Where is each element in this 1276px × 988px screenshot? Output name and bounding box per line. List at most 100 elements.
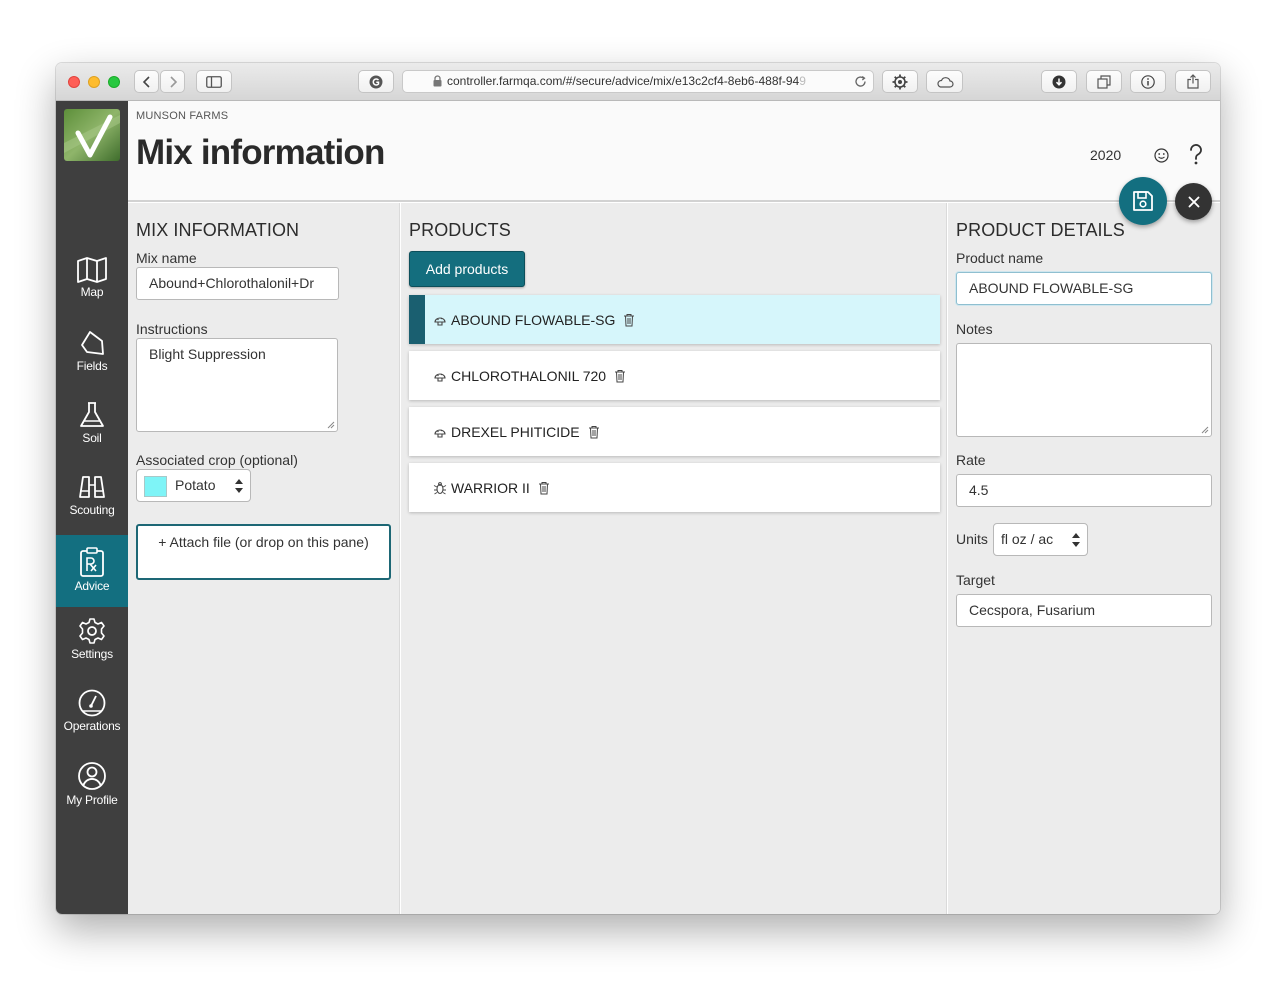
product-name-label: Product name	[956, 250, 1044, 266]
product-name: DREXEL PHITICIDE	[451, 423, 580, 440]
fields-icon	[81, 331, 104, 355]
close-button[interactable]	[1175, 183, 1212, 220]
info-icon	[1141, 74, 1155, 89]
save-icon	[1133, 191, 1153, 211]
target-label: Target	[956, 572, 995, 588]
extension-button[interactable]	[358, 70, 394, 93]
mix-information-pane: MIX INFORMATION Mix name Abound+Chloroth…	[128, 203, 400, 914]
tabs-overview-button[interactable]	[1086, 70, 1122, 93]
farm-logo-icon	[64, 109, 120, 161]
share-button[interactable]	[1175, 70, 1211, 93]
sidebar-item-scouting[interactable]: Scouting	[56, 461, 128, 533]
target-input[interactable]: Cecspora, Fusarium	[956, 594, 1212, 627]
sidebar-item-fields[interactable]: Fields	[56, 317, 128, 389]
products-pane: PRODUCTS Add products ABOUND FLOWABLE-SG…	[401, 203, 947, 914]
minimize-window-button[interactable]	[88, 76, 100, 88]
help-icon[interactable]	[1188, 144, 1204, 166]
sidebar-item-soil[interactable]: Soil	[56, 389, 128, 461]
units-select[interactable]: fl oz / ac	[993, 523, 1088, 556]
gauge-icon	[78, 689, 106, 717]
forward-button[interactable]	[160, 70, 185, 93]
grammarly-icon	[369, 75, 383, 88]
sidebar-item-operations[interactable]: Operations	[56, 677, 128, 749]
products-title: PRODUCTS	[409, 220, 511, 240]
address-bar[interactable]: controller.farmqa.com/#/secure/advice/mi…	[402, 70, 874, 93]
zoom-window-button[interactable]	[108, 76, 120, 88]
rate-label: Rate	[956, 452, 986, 468]
map-icon	[77, 257, 107, 283]
associated-crop-label: Associated crop (optional)	[136, 452, 298, 468]
trash-icon[interactable]	[623, 313, 635, 327]
sidebar-item-label: Operations	[63, 719, 121, 733]
instructions-textarea[interactable]: Blight Suppression	[136, 338, 338, 432]
instructions-label: Instructions	[136, 321, 208, 337]
downloads-button[interactable]	[1041, 70, 1077, 93]
instructions-text: Blight Suppression	[149, 346, 266, 362]
mix-name-input[interactable]: Abound+Chlorothalonil+Dr	[136, 267, 339, 300]
flask-icon	[80, 402, 104, 427]
attach-file-button[interactable]: + Attach file (or drop on this pane)	[136, 524, 391, 580]
rate-input[interactable]: 4.5	[956, 474, 1212, 507]
resize-grip-icon[interactable]	[1201, 426, 1209, 434]
insecticide-icon	[433, 481, 447, 494]
product-row-drexel[interactable]: DREXEL PHITICIDE	[409, 407, 940, 456]
sidebar-item-label: Fields	[76, 359, 108, 373]
download-icon	[1052, 75, 1066, 88]
resize-grip-icon[interactable]	[327, 421, 335, 429]
sidebar-item-label: Scouting	[69, 503, 115, 517]
smiley-feedback-icon[interactable]	[1154, 148, 1169, 163]
trash-icon[interactable]	[588, 425, 600, 439]
crop-select[interactable]: Potato	[136, 469, 251, 502]
notes-textarea[interactable]	[956, 343, 1212, 437]
page-header: MUNSON FARMS Mix information 2020	[128, 101, 1220, 202]
sidebar-item-label: Settings	[71, 647, 113, 661]
settings-extension-button[interactable]	[882, 70, 918, 93]
user-circle-icon	[78, 762, 106, 790]
product-name: WARRIOR II	[451, 479, 530, 496]
info-button[interactable]	[1130, 70, 1166, 93]
product-name: CHLOROTHALONIL 720	[451, 367, 607, 384]
product-row-chlorothalonil[interactable]: CHLOROTHALONIL 720	[409, 351, 940, 400]
icloud-button[interactable]	[926, 70, 963, 93]
select-arrows-icon	[1072, 533, 1080, 547]
reload-icon[interactable]	[854, 75, 867, 88]
farm-name: MUNSON FARMS	[136, 110, 229, 122]
product-details-pane: PRODUCT DETAILS Product name ABOUND FLOW…	[948, 203, 1220, 914]
gear-icon	[892, 74, 908, 89]
close-window-button[interactable]	[68, 76, 80, 88]
cloud-icon	[936, 76, 954, 88]
binoculars-icon	[79, 476, 105, 498]
product-row-abound[interactable]: ABOUND FLOWABLE-SG	[409, 295, 940, 344]
save-button[interactable]	[1119, 177, 1167, 225]
units-select-value: fl oz / ac	[1001, 531, 1054, 547]
crop-select-value: Potato	[175, 477, 216, 493]
page-title: Mix information	[136, 133, 385, 172]
selection-indicator	[409, 295, 425, 344]
sidebar-item-advice[interactable]: Advice	[56, 535, 128, 607]
sidebar-item-label: Advice	[74, 579, 110, 593]
lock-icon	[433, 75, 442, 87]
trash-icon[interactable]	[538, 481, 550, 495]
year-selector[interactable]: 2020	[1090, 147, 1121, 163]
back-button[interactable]	[134, 70, 159, 93]
chevron-right-icon	[169, 75, 177, 88]
mix-name-label: Mix name	[136, 250, 197, 266]
app-logo[interactable]	[64, 109, 120, 161]
product-name-input[interactable]: ABOUND FLOWABLE-SG	[956, 272, 1212, 305]
url-overflow-text: 9	[799, 74, 806, 88]
product-row-warrior[interactable]: WARRIOR II	[409, 463, 940, 512]
sidebar-item-map[interactable]: Map	[56, 245, 128, 317]
add-products-button[interactable]: Add products	[409, 251, 525, 287]
sidebar-item-my-profile[interactable]: My Profile	[56, 749, 128, 821]
sidebar-toggle-button[interactable]	[196, 70, 232, 93]
select-arrows-icon	[235, 479, 243, 493]
prescription-icon	[80, 547, 104, 577]
trash-icon[interactable]	[614, 369, 626, 383]
close-icon	[1188, 196, 1199, 207]
sidebar-item-settings[interactable]: Settings	[56, 605, 128, 677]
attach-file-label: + Attach file (or drop on this pane)	[158, 534, 369, 550]
gear-icon	[79, 618, 105, 644]
chevron-left-icon	[142, 75, 150, 88]
app-sidebar: Map Fields Soil Scouting Advice Settings…	[56, 101, 128, 914]
sidebar-item-label: My Profile	[66, 793, 118, 807]
